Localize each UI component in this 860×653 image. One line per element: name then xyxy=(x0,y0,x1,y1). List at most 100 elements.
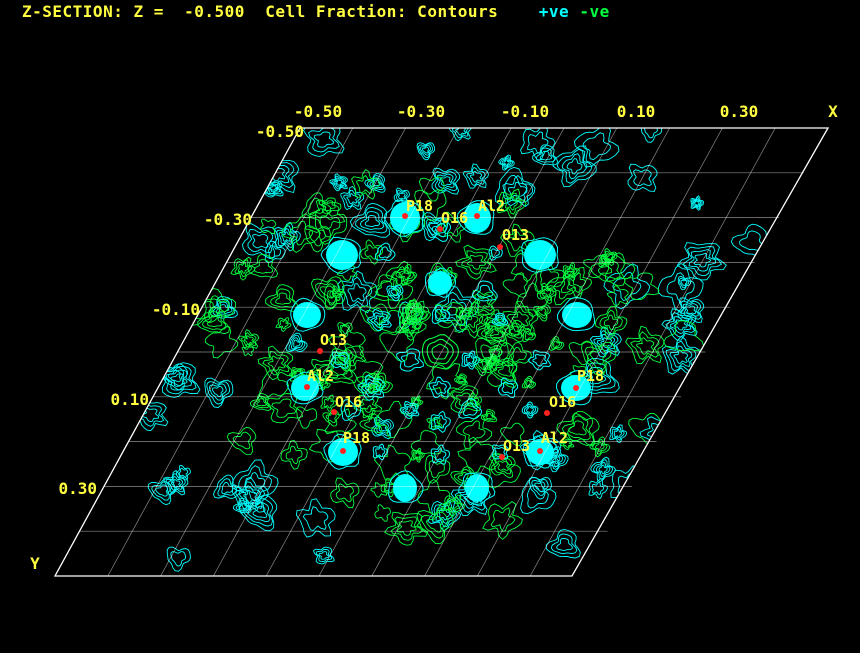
contour-line xyxy=(372,443,389,461)
contour-line xyxy=(178,467,189,478)
contour-line xyxy=(682,303,699,318)
contour-line xyxy=(501,381,515,395)
contour-line xyxy=(527,349,552,371)
atom-label: Al2 xyxy=(478,197,505,215)
contour-line xyxy=(477,284,494,299)
contour-line xyxy=(364,244,379,260)
contour-line xyxy=(226,426,257,456)
contour-line xyxy=(606,284,629,307)
atom-label: O13 xyxy=(502,226,529,244)
atom-al2[interactable]: Al2 xyxy=(304,367,334,390)
contour-line xyxy=(252,233,269,249)
contour-line xyxy=(313,131,334,148)
contour-line xyxy=(640,128,663,143)
contour-line xyxy=(519,128,556,161)
contour-line xyxy=(462,420,486,444)
contour-line xyxy=(430,410,451,434)
atom-marker xyxy=(497,244,503,250)
contour-line xyxy=(426,338,454,365)
contour-map[interactable]: -0.50 -0.30 -0.10 0.10 0.30 X -0.50 -0.3… xyxy=(0,0,860,653)
contour-line xyxy=(494,457,512,475)
contour-line xyxy=(232,431,252,450)
contour-line xyxy=(485,413,494,420)
atom-marker xyxy=(537,448,543,454)
contour-line xyxy=(433,414,447,429)
contour-line xyxy=(465,355,475,365)
contour-line xyxy=(630,331,660,360)
x-tick-label: -0.30 xyxy=(397,102,445,121)
y-tick-label: -0.10 xyxy=(152,300,200,319)
atom-label: O13 xyxy=(320,331,347,349)
contour-line xyxy=(318,551,330,560)
contour-line xyxy=(437,173,455,189)
contour-line xyxy=(639,416,679,450)
contour-line xyxy=(497,377,519,399)
contour-line xyxy=(217,478,238,497)
contour-line xyxy=(237,262,249,274)
contour-line xyxy=(410,430,443,455)
contour-line xyxy=(516,282,549,318)
x-axis-ticks: -0.50 -0.30 -0.10 0.10 0.30 X xyxy=(294,102,838,121)
contour-line xyxy=(512,346,527,363)
contour-line xyxy=(271,398,297,418)
contour-line xyxy=(582,132,612,161)
contour-line xyxy=(456,414,493,449)
atom-marker xyxy=(340,448,346,454)
atom-label: O16 xyxy=(441,209,468,227)
x-tick-label: 0.30 xyxy=(720,102,759,121)
contour-line xyxy=(269,185,279,193)
contour-line xyxy=(439,176,452,187)
contour-line xyxy=(400,352,420,368)
contour-line xyxy=(268,165,286,182)
y-tick-label: 0.30 xyxy=(58,479,97,498)
contour-line xyxy=(167,475,184,491)
atom-o16[interactable]: O16 xyxy=(544,393,576,416)
contour-line xyxy=(591,481,604,496)
x-tick-label: -0.50 xyxy=(294,102,342,121)
contour-line xyxy=(330,477,360,509)
contour-line xyxy=(588,478,608,500)
contour-line xyxy=(431,343,449,360)
contour-line xyxy=(307,128,340,153)
x-axis-label: X xyxy=(828,102,838,121)
contour-field xyxy=(130,128,769,572)
atom-label: O13 xyxy=(503,437,530,455)
atom-o13[interactable]: O13 xyxy=(497,226,529,250)
contour-line xyxy=(315,548,332,563)
contour-line xyxy=(679,278,690,289)
y-tick-label: -0.30 xyxy=(204,210,252,229)
contour-line xyxy=(327,290,341,306)
density-peak xyxy=(393,474,417,502)
background-contours xyxy=(130,128,769,572)
contour-line xyxy=(465,166,486,187)
atom-o13[interactable]: O13 xyxy=(499,437,530,460)
y-tick-label: 0.10 xyxy=(110,390,149,409)
contour-line xyxy=(511,310,529,328)
contour-line xyxy=(416,508,454,545)
contour-line xyxy=(527,131,549,155)
contour-line xyxy=(688,249,717,272)
atom-label: O16 xyxy=(335,393,362,411)
atom-label: Al2 xyxy=(307,367,334,385)
contour-line xyxy=(390,288,399,297)
y-tick-label: -0.50 xyxy=(256,122,304,141)
contour-line xyxy=(275,317,292,333)
atom-label: P18 xyxy=(343,429,370,447)
contour-line xyxy=(141,407,160,423)
contour-line xyxy=(482,501,523,540)
contour-line xyxy=(212,385,224,398)
contour-line xyxy=(730,223,769,258)
contour-line xyxy=(364,215,381,227)
contour-line xyxy=(497,364,512,377)
contour-line xyxy=(335,179,344,186)
y-axis-label: Y xyxy=(30,554,40,573)
x-tick-label: 0.10 xyxy=(617,102,656,121)
contour-line xyxy=(421,146,430,154)
atom-label: O16 xyxy=(549,393,576,411)
contour-line xyxy=(526,405,534,415)
atom-o16[interactable]: O16 xyxy=(331,393,362,415)
density-peak xyxy=(428,271,452,295)
contour-line xyxy=(370,482,388,498)
contour-line xyxy=(477,297,490,308)
contour-line xyxy=(374,504,391,522)
